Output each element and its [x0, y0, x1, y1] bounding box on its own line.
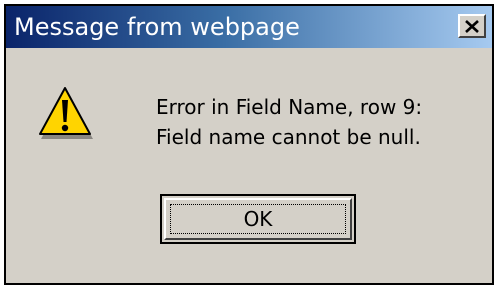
message-line: Field name cannot be null.: [156, 125, 421, 149]
dialog-title: Message from webpage: [14, 13, 300, 41]
dialog-titlebar[interactable]: Message from webpage: [6, 6, 492, 48]
close-button[interactable]: [458, 14, 486, 38]
message-dialog: Message from webpage Error in Field Name…: [4, 4, 494, 285]
dialog-message: Error in Field Name, row 9: Field name c…: [156, 92, 422, 152]
message-line: Error in Field Name, row 9:: [156, 95, 423, 119]
warning-icon: [39, 87, 93, 139]
close-icon: [465, 19, 479, 33]
ok-button-label: OK: [170, 204, 346, 234]
ok-button[interactable]: OK: [160, 194, 356, 244]
